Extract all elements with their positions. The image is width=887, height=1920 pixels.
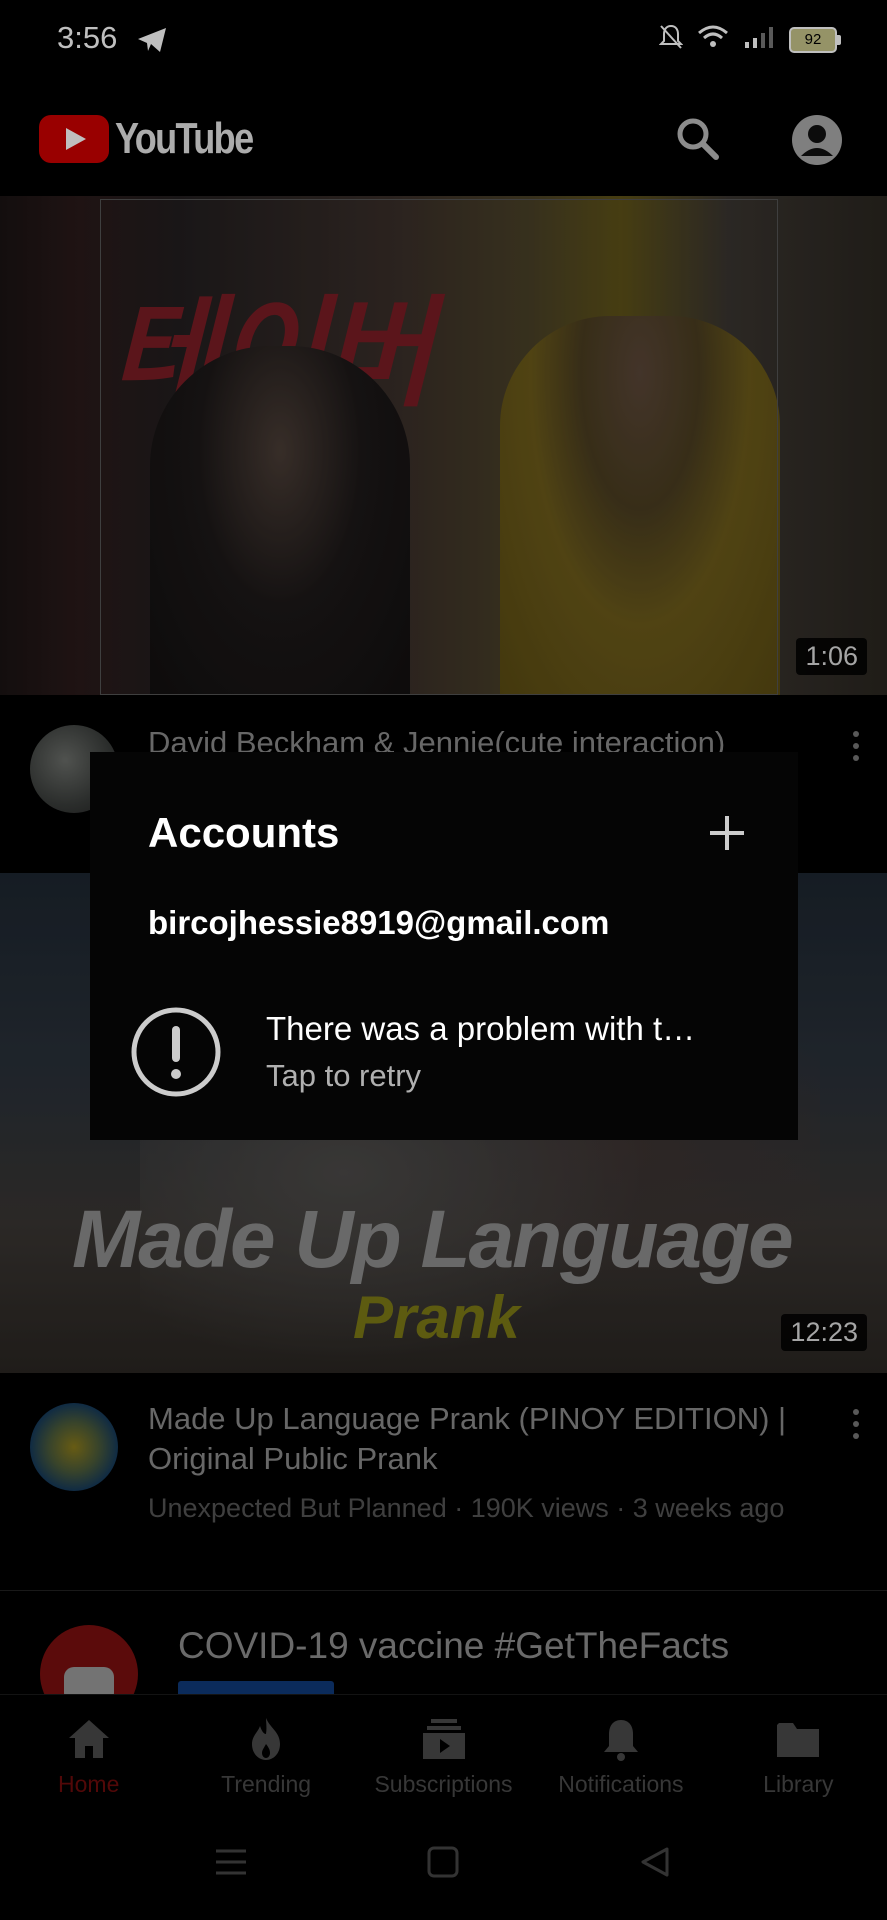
signal-icon xyxy=(743,24,775,55)
status-time: 3:56 xyxy=(57,20,118,55)
status-icons: 92 xyxy=(658,24,841,55)
folder-icon xyxy=(774,1715,822,1763)
flame-icon xyxy=(242,1715,290,1763)
nav-trending[interactable]: Trending xyxy=(177,1695,354,1805)
menu-icon[interactable] xyxy=(201,1832,261,1892)
promo-title[interactable]: COVID-19 vaccine #GetTheFacts xyxy=(178,1625,729,1667)
home-icon xyxy=(65,1715,113,1763)
nav-subscriptions[interactable]: Subscriptions xyxy=(355,1695,532,1805)
app-header: YouTube xyxy=(0,80,887,196)
promo-row[interactable]: COVID-19 vaccine #GetTheFacts xyxy=(0,1590,887,1723)
duration-badge: 12:23 xyxy=(781,1314,867,1351)
video-meta[interactable]: Made Up Language Prank (PINOY EDITION) |… xyxy=(0,1373,887,1590)
nav-label: Subscriptions xyxy=(374,1771,513,1797)
nav-home[interactable]: Home xyxy=(0,1695,177,1805)
thumbnail-frame xyxy=(100,199,778,695)
home-button-icon[interactable] xyxy=(413,1832,473,1892)
nav-label: Notifications xyxy=(558,1771,684,1797)
mute-bell-icon xyxy=(658,24,684,55)
accounts-popup: Accounts bircojhessie8919@gmail.com Ther… xyxy=(90,752,798,1140)
video-subtitle: Unexpected But Planned · 190K views · 3 … xyxy=(148,1493,785,1523)
wifi-icon xyxy=(697,24,729,55)
nav-label: Library xyxy=(763,1771,834,1797)
search-icon[interactable] xyxy=(673,114,721,162)
nav-library[interactable]: Library xyxy=(710,1695,887,1805)
nav-label: Home xyxy=(58,1771,120,1797)
logo-text: YouTube xyxy=(115,114,254,163)
error-icon xyxy=(130,1006,222,1098)
channel-avatar[interactable] xyxy=(30,1403,118,1491)
thumbnail-subheadline: Prank xyxy=(353,1284,520,1351)
youtube-logo[interactable]: YouTube xyxy=(39,114,283,164)
thumbnail-headline: Made Up Language xyxy=(72,1194,794,1285)
popup-title: Accounts xyxy=(148,809,340,856)
retry-link[interactable]: Tap to retry xyxy=(266,1058,421,1094)
account-email[interactable]: bircojhessie8919@gmail.com xyxy=(148,904,609,942)
subscriptions-icon xyxy=(420,1715,468,1763)
nav-notifications[interactable]: Notifications xyxy=(532,1695,709,1805)
more-options-icon[interactable] xyxy=(851,1409,861,1439)
account-icon[interactable] xyxy=(791,114,843,166)
video-thumbnail[interactable]: 테이버 1:06 xyxy=(0,196,887,695)
bell-icon xyxy=(597,1715,645,1763)
duration-badge: 1:06 xyxy=(796,638,867,675)
back-icon[interactable] xyxy=(625,1832,685,1892)
nav-label: Trending xyxy=(221,1771,312,1797)
error-message[interactable]: There was a problem with t… xyxy=(266,1010,695,1048)
telegram-icon xyxy=(136,26,168,59)
status-bar: 3:56 92 xyxy=(0,0,887,80)
add-account-icon[interactable] xyxy=(702,808,752,858)
more-options-icon[interactable] xyxy=(851,731,861,761)
video-title[interactable]: Made Up Language Prank (PINOY EDITION) |… xyxy=(148,1399,807,1479)
system-nav xyxy=(0,1804,887,1920)
battery-icon: 92 xyxy=(789,26,841,53)
bottom-nav: Home Trending Subscriptions Notification… xyxy=(0,1694,887,1805)
youtube-play-icon xyxy=(39,115,109,163)
